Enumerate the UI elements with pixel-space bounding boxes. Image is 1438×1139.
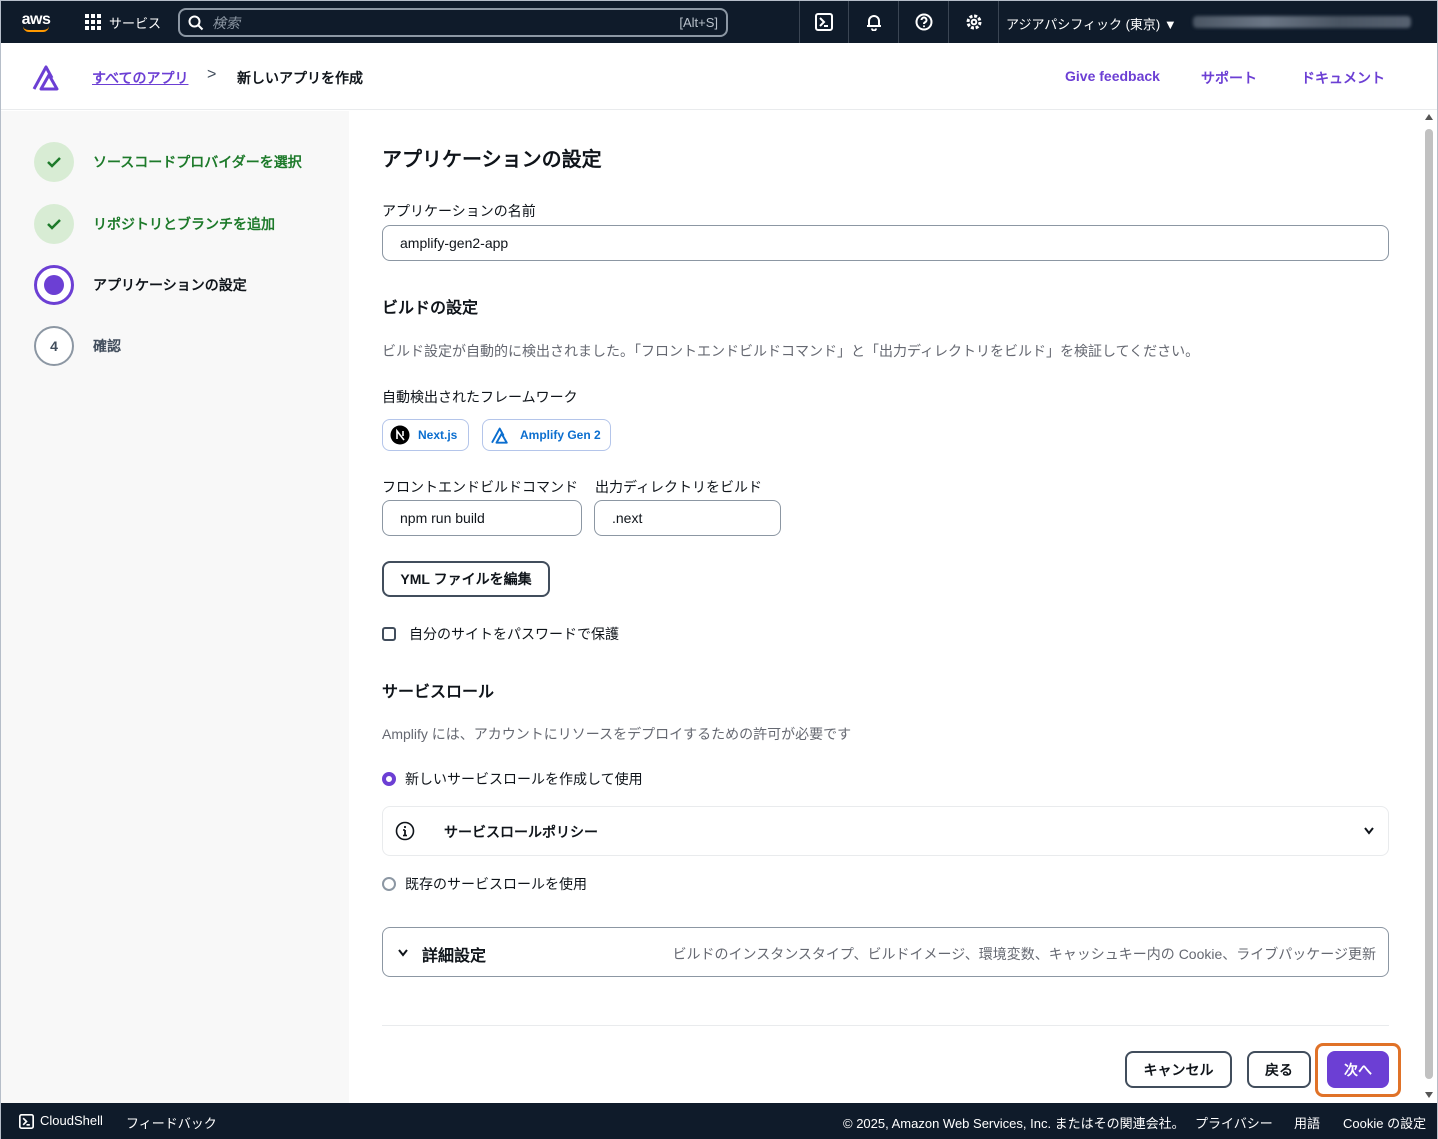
footer: CloudShell フィードバック © 2025, Amazon Web Se… [1, 1103, 1437, 1139]
cancel-button[interactable]: キャンセル [1125, 1051, 1232, 1088]
back-button[interactable]: 戻る [1247, 1051, 1311, 1088]
privacy-link[interactable]: プライバシー [1195, 1113, 1273, 1132]
aws-smile-icon [23, 26, 49, 32]
chevron-down-icon [1364, 827, 1374, 835]
advanced-settings-description: ビルドのインスタンスタイプ、ビルドイメージ、環境変数、キャッシュキー内の Coo… [672, 946, 1376, 962]
step-3-label: アプリケーションの設定 [93, 277, 247, 293]
service-role-policy-expander[interactable]: サービスロールポリシー [382, 806, 1389, 856]
service-role-description: Amplify には、アカウントにリソースをデプロイするための許可が必要です [382, 726, 852, 742]
app-name-input[interactable]: amplify-gen2-app [382, 225, 1389, 261]
cloudshell-link[interactable]: CloudShell [40, 1113, 103, 1128]
scroll-down-icon[interactable] [1425, 1092, 1433, 1098]
framework-amplify-label: Amplify Gen 2 [520, 428, 601, 442]
build-settings-description: ビルド設定が自動的に検出されました。「フロントエンドビルドコマンド」と「出力ディ… [382, 343, 1200, 359]
build-settings-title: ビルドの設定 [382, 300, 479, 317]
divider [382, 1025, 1389, 1026]
breadcrumb-current: 新しいアプリを作成 [237, 70, 363, 86]
breadcrumb-all-apps[interactable]: すべてのアプリ [92, 68, 188, 88]
search-shortcut: [Alt+S] [679, 15, 718, 30]
step-2[interactable]: リポジトリとブランチを追加 [34, 204, 275, 244]
output-directory-label: 出力ディレクトリをビルド [595, 479, 763, 495]
amplify-logo-icon[interactable] [32, 63, 64, 91]
scrollbar[interactable] [1421, 111, 1437, 1103]
service-role-title: サービスロール [382, 684, 495, 701]
services-menu[interactable]: サービス [85, 13, 161, 32]
help-icon[interactable] [899, 1, 949, 43]
new-role-label[interactable]: 新しいサービスロールを作成して使用 [405, 769, 643, 789]
chevron-down-icon [398, 949, 408, 957]
app-name-label: アプリケーションの名前 [382, 203, 536, 219]
account-menu[interactable] [1193, 16, 1411, 28]
aws-logo-text: aws [21, 10, 51, 28]
app-header: すべてのアプリ > 新しいアプリを作成 Give feedback サポート ド… [1, 43, 1437, 110]
cookie-settings-link[interactable]: Cookie の設定 [1343, 1113, 1426, 1132]
password-protect-label[interactable]: 自分のサイトをパスワードで保護 [409, 624, 619, 644]
step-3: アプリケーションの設定 [34, 265, 247, 305]
new-role-radio[interactable] [382, 772, 396, 786]
existing-role-radio[interactable] [382, 877, 396, 891]
framework-chip-amplify: Amplify Gen 2 [482, 419, 611, 451]
bell-icon[interactable] [849, 1, 899, 43]
check-icon [34, 142, 74, 182]
amplify-icon [491, 427, 508, 444]
policy-title: サービスロールポリシー [444, 824, 598, 840]
search-input[interactable]: 検索 [Alt+S] [178, 8, 728, 37]
cloudshell-icon[interactable] [799, 1, 849, 43]
active-step-icon [34, 265, 74, 305]
build-command-label: フロントエンドビルドコマンド [382, 479, 578, 495]
step-4: 4 確認 [34, 326, 121, 366]
framework-nextjs-label: Next.js [418, 428, 458, 442]
step-number: 4 [34, 326, 74, 366]
cloudshell-icon[interactable] [19, 1114, 34, 1129]
scroll-up-icon[interactable] [1425, 114, 1433, 120]
top-navigation: aws サービス 検索 [Alt+S] アジアパシフィック (東京) ▼ [1, 1, 1437, 43]
existing-role-label[interactable]: 既存のサービスロールを使用 [405, 874, 587, 894]
info-icon [395, 821, 415, 841]
copyright-text: © 2025, Amazon Web Services, Inc. またはその関… [843, 1116, 1185, 1131]
step-1[interactable]: ソースコードプロバイダーを選択 [34, 142, 302, 182]
search-icon [188, 15, 204, 30]
framework-label: 自動検出されたフレームワーク [382, 389, 578, 405]
main-content: アプリケーションの設定 アプリケーションの名前 amplify-gen2-app… [349, 111, 1421, 1103]
advanced-settings-title: 詳細設定 [422, 948, 487, 965]
check-icon [34, 204, 74, 244]
nav-icon-group [799, 1, 999, 43]
nextjs-icon [390, 425, 410, 445]
breadcrumb-separator-icon: > [207, 66, 217, 83]
services-label: サービス [109, 15, 162, 31]
advanced-settings-expander[interactable]: 詳細設定 ビルドのインスタンスタイプ、ビルドイメージ、環境変数、キャッシュキー内… [382, 927, 1389, 977]
next-button[interactable]: 次へ [1327, 1051, 1389, 1088]
password-protect-checkbox[interactable] [382, 627, 396, 641]
region-selector[interactable]: アジアパシフィック (東京) ▼ [1006, 14, 1177, 33]
support-link[interactable]: サポート [1201, 68, 1257, 88]
settings-icon[interactable] [949, 1, 999, 43]
wizard-steps: ソースコードプロバイダーを選択 リポジトリとブランチを追加 アプリケーションの設… [1, 111, 349, 1103]
grid-icon [85, 14, 101, 30]
step-4-label: 確認 [93, 338, 121, 354]
scrollbar-thumb[interactable] [1425, 129, 1433, 1079]
give-feedback-link[interactable]: Give feedback [1065, 68, 1160, 84]
feedback-link[interactable]: フィードバック [126, 1113, 217, 1132]
terms-link[interactable]: 用語 [1294, 1113, 1320, 1132]
step-1-label: ソースコードプロバイダーを選択 [93, 154, 302, 170]
edit-yml-button[interactable]: YML ファイルを編集 [382, 561, 550, 597]
framework-chip-nextjs: Next.js [382, 419, 469, 451]
aws-logo[interactable]: aws [19, 7, 53, 37]
page-title: アプリケーションの設定 [382, 149, 602, 171]
search-placeholder: 検索 [212, 14, 240, 31]
step-2-label: リポジトリとブランチを追加 [93, 216, 275, 232]
output-directory-input[interactable]: .next [594, 500, 781, 536]
documentation-link[interactable]: ドキュメント [1301, 68, 1385, 88]
build-command-input[interactable]: npm run build [382, 500, 582, 536]
